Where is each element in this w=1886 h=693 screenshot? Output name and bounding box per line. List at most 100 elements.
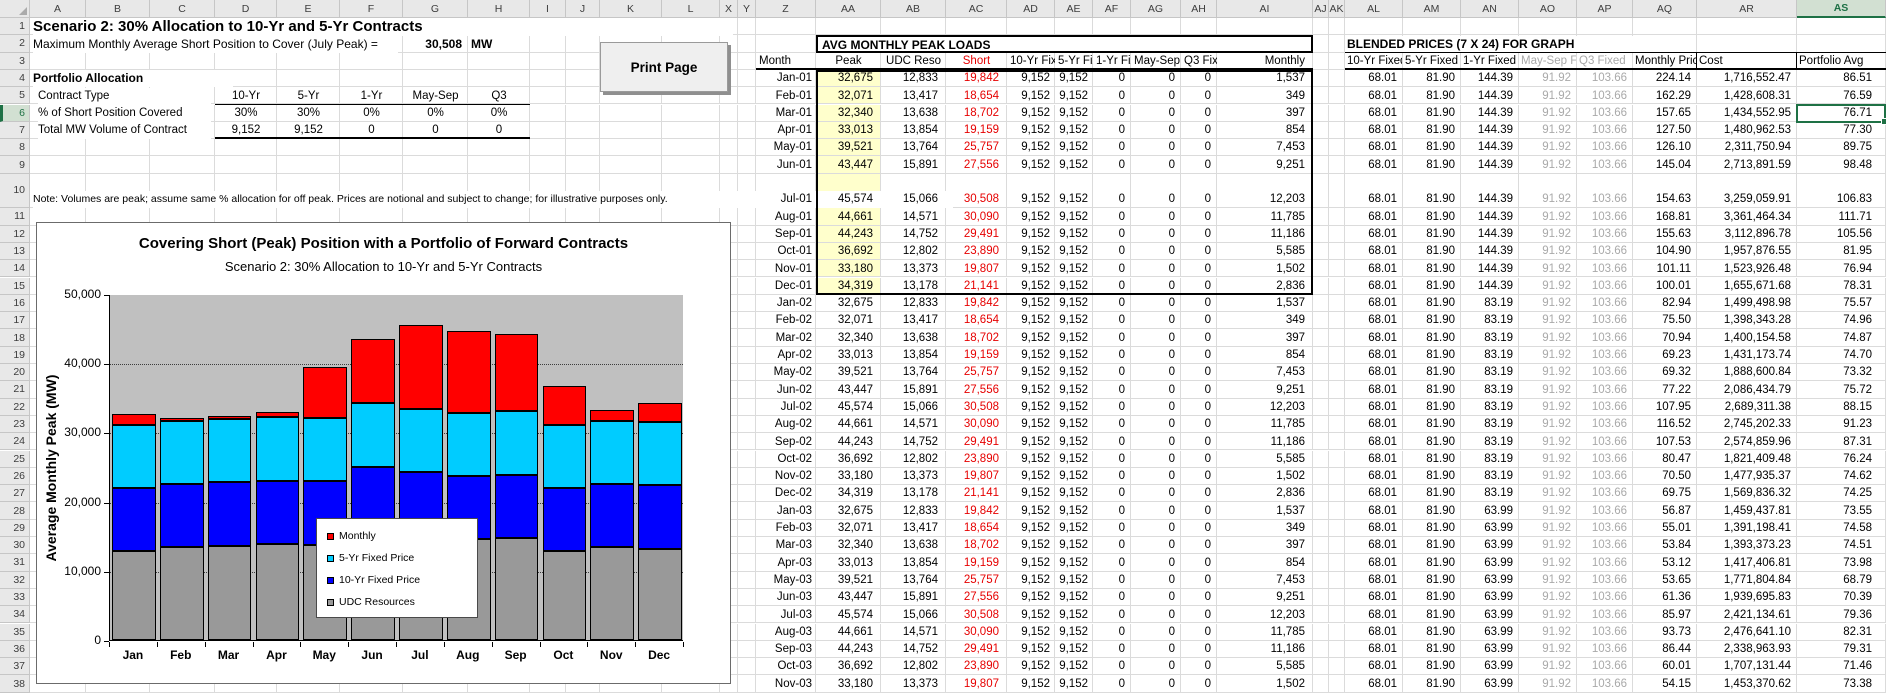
row-header-37[interactable]: 37 <box>0 658 30 675</box>
column-header-E[interactable]: E <box>277 0 340 18</box>
cell-G9[interactable] <box>403 156 468 173</box>
cell-D9[interactable] <box>215 156 277 173</box>
cell-Y12[interactable] <box>738 226 756 243</box>
cell-L6[interactable] <box>662 105 720 122</box>
cell-Z2[interactable] <box>756 35 816 52</box>
cell-Y2[interactable] <box>738 35 756 52</box>
cell-AS1[interactable] <box>1797 18 1886 35</box>
cell-AJ6[interactable] <box>1313 105 1329 122</box>
column-header-AL[interactable]: AL <box>1345 0 1403 18</box>
cell-AE1[interactable] <box>1055 18 1093 35</box>
cell-AK1[interactable] <box>1329 18 1345 35</box>
column-header-AQ[interactable]: AQ <box>1633 0 1697 18</box>
cell-Y16[interactable] <box>738 295 756 312</box>
column-header-AG[interactable]: AG <box>1131 0 1181 18</box>
cell-AJ15[interactable] <box>1313 278 1329 295</box>
row-header-25[interactable]: 25 <box>0 451 30 468</box>
column-header-AO[interactable]: AO <box>1519 0 1577 18</box>
cell-AJ33[interactable] <box>1313 589 1329 606</box>
cell-C3[interactable] <box>150 53 215 70</box>
cell-AK2[interactable] <box>1329 35 1345 52</box>
cell-AP1[interactable] <box>1577 18 1633 35</box>
cell-AQ1[interactable] <box>1633 18 1697 35</box>
cell-AJ9[interactable] <box>1313 156 1329 173</box>
cell-AJ13[interactable] <box>1313 243 1329 260</box>
column-header-AN[interactable]: AN <box>1461 0 1519 18</box>
cell-AF1[interactable] <box>1093 18 1131 35</box>
cell-AJ20[interactable] <box>1313 364 1329 381</box>
row-header-14[interactable]: 14 <box>0 260 30 277</box>
row-header-36[interactable]: 36 <box>0 641 30 658</box>
cell-AN1[interactable] <box>1461 18 1519 35</box>
row-header-9[interactable]: 9 <box>0 156 30 173</box>
cell-J9[interactable] <box>566 156 600 173</box>
cell-AK5[interactable] <box>1329 87 1345 104</box>
cell-AI1[interactable] <box>1217 18 1313 35</box>
cell-A3[interactable] <box>30 53 86 70</box>
cell-AJ36[interactable] <box>1313 641 1329 658</box>
cell-AK10[interactable] <box>1329 174 1345 209</box>
cell-F3[interactable] <box>340 53 403 70</box>
cell-B9[interactable] <box>86 156 150 173</box>
cell-AJ17[interactable] <box>1313 312 1329 329</box>
row-header-5[interactable]: 5 <box>0 87 30 104</box>
cell-AM1[interactable] <box>1403 18 1461 35</box>
column-header-A[interactable]: A <box>30 0 86 18</box>
column-header-Z[interactable]: Z <box>756 0 816 18</box>
cell-AH1[interactable] <box>1181 18 1217 35</box>
cell-AK8[interactable] <box>1329 139 1345 156</box>
cell-Y35[interactable] <box>738 624 756 641</box>
row-header-38[interactable]: 38 <box>0 675 30 692</box>
cell-AJ37[interactable] <box>1313 658 1329 675</box>
cell-K7[interactable] <box>600 122 662 139</box>
cell-AK23[interactable] <box>1329 416 1345 433</box>
cell-AJ5[interactable] <box>1313 87 1329 104</box>
cell-AK3[interactable] <box>1329 53 1345 70</box>
row-header-31[interactable]: 31 <box>0 554 30 571</box>
cell-AJ34[interactable] <box>1313 606 1329 623</box>
row-header-28[interactable]: 28 <box>0 502 30 519</box>
select-all-corner[interactable] <box>0 0 30 18</box>
cell-K6[interactable] <box>600 105 662 122</box>
cell-AJ2[interactable] <box>1313 35 1329 52</box>
cell-K9[interactable] <box>600 156 662 173</box>
cell-AJ24[interactable] <box>1313 433 1329 450</box>
cell-AJ1[interactable] <box>1313 18 1329 35</box>
cell-AJ7[interactable] <box>1313 122 1329 139</box>
cell-Y22[interactable] <box>738 399 756 416</box>
cell-E8[interactable] <box>277 139 340 156</box>
cell-A8[interactable] <box>30 139 86 156</box>
cell-Y33[interactable] <box>738 589 756 606</box>
cell-AJ30[interactable] <box>1313 537 1329 554</box>
row-header-21[interactable]: 21 <box>0 381 30 398</box>
row-header-20[interactable]: 20 <box>0 364 30 381</box>
cell-F4[interactable] <box>340 70 403 87</box>
cell-AO1[interactable] <box>1519 18 1577 35</box>
cell-Y9[interactable] <box>738 156 756 173</box>
row-header-32[interactable]: 32 <box>0 572 30 589</box>
column-header-AM[interactable]: AM <box>1403 0 1461 18</box>
cell-AJ21[interactable] <box>1313 381 1329 398</box>
cell-Y26[interactable] <box>738 468 756 485</box>
cell-Y27[interactable] <box>738 485 756 502</box>
cell-Y36[interactable] <box>738 641 756 658</box>
cell-D8[interactable] <box>215 139 277 156</box>
cell-AJ8[interactable] <box>1313 139 1329 156</box>
column-header-AF[interactable]: AF <box>1093 0 1131 18</box>
row-header-33[interactable]: 33 <box>0 589 30 606</box>
row-header-22[interactable]: 22 <box>0 399 30 416</box>
cell-A9[interactable] <box>30 156 86 173</box>
column-header-AH[interactable]: AH <box>1181 0 1217 18</box>
row-header-30[interactable]: 30 <box>0 537 30 554</box>
row-header-15[interactable]: 15 <box>0 278 30 295</box>
column-header-X[interactable]: X <box>720 0 738 18</box>
cell-Y29[interactable] <box>738 520 756 537</box>
forward-contracts-chart[interactable]: Covering Short (Peak) Position with a Po… <box>36 222 731 684</box>
cell-AJ10[interactable] <box>1313 174 1329 209</box>
cell-F8[interactable] <box>340 139 403 156</box>
column-header-AI[interactable]: AI <box>1217 0 1313 18</box>
column-header-AD[interactable]: AD <box>1007 0 1055 18</box>
row-header-1[interactable]: 1 <box>0 18 30 35</box>
cell-AK9[interactable] <box>1329 156 1345 173</box>
cell-AK26[interactable] <box>1329 468 1345 485</box>
